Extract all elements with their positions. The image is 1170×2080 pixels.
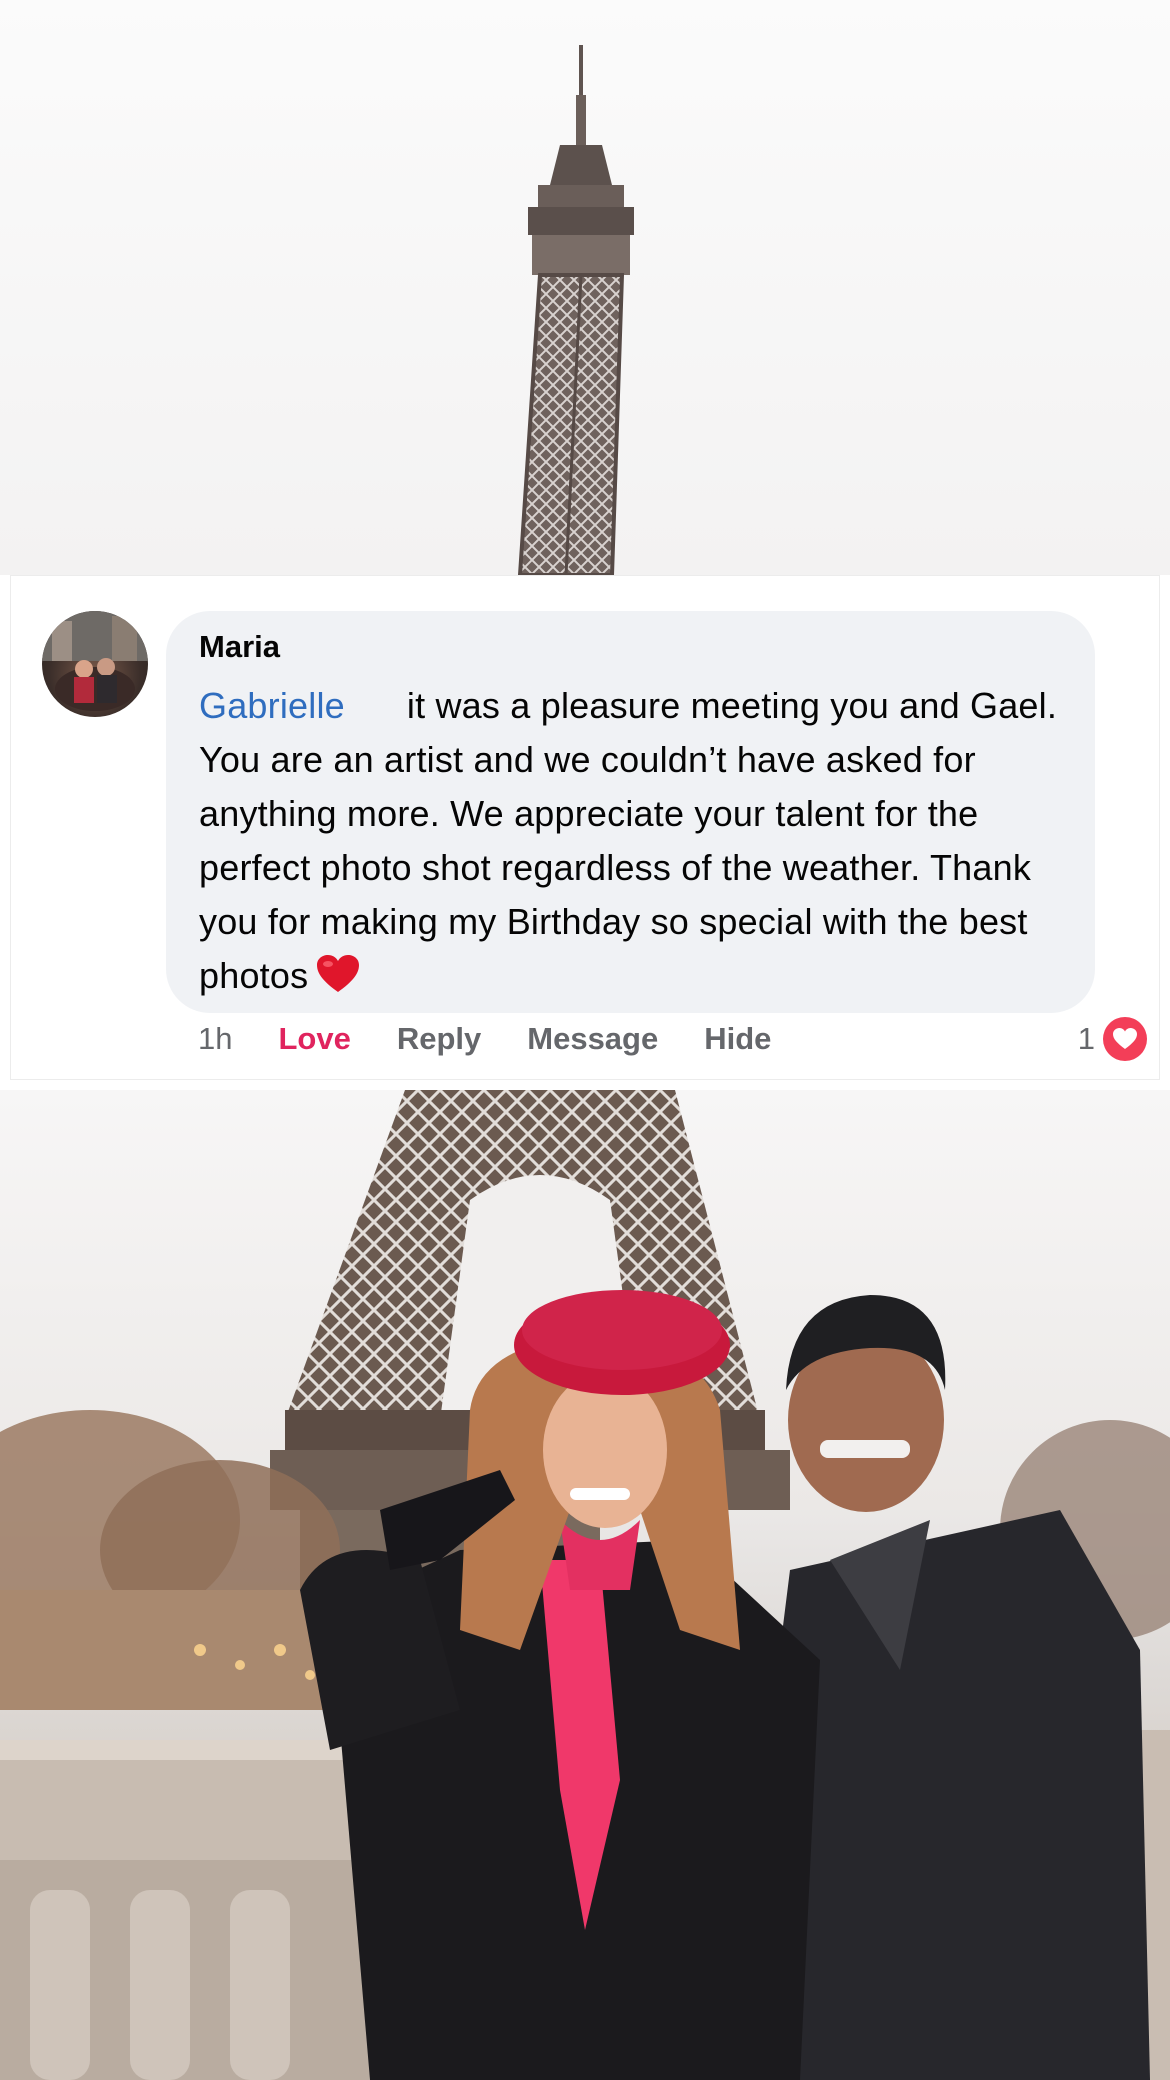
message-button[interactable]: Message [527, 1021, 658, 1057]
reaction-count: 1 [1077, 1021, 1095, 1056]
comment-actions: 1h Love Reply Message Hide [198, 1021, 817, 1057]
eiffel-tower-top-photo [0, 0, 1170, 575]
avatar-photo [42, 611, 148, 711]
love-reaction-icon [1103, 1017, 1147, 1061]
eiffel-tower-illustration [517, 45, 634, 575]
comment-card: Maria Gabrielle it was a pleasure meeting… [10, 575, 1160, 1080]
comment-text: Gabrielle it was a pleasure meeting you a… [199, 679, 1079, 1009]
couple-at-eiffel-tower-photo [0, 1090, 1170, 2080]
comment-message: it was a pleasure meeting you and Gael. … [199, 685, 1058, 996]
love-button[interactable]: Love [278, 1021, 350, 1057]
couple-photo-illustration [0, 1090, 1170, 2080]
avatar[interactable] [42, 611, 148, 717]
comment-bubble: Maria Gabrielle it was a pleasure meeting… [166, 611, 1095, 1013]
reaction-summary[interactable]: 1 [1078, 1017, 1147, 1061]
reply-button[interactable]: Reply [397, 1021, 481, 1057]
heart-emoji-icon [316, 954, 360, 1009]
comment-timestamp[interactable]: 1h [198, 1021, 232, 1057]
hide-button[interactable]: Hide [704, 1021, 771, 1057]
mention-link[interactable]: Gabrielle [199, 685, 345, 726]
comment-author[interactable]: Maria [199, 629, 280, 665]
